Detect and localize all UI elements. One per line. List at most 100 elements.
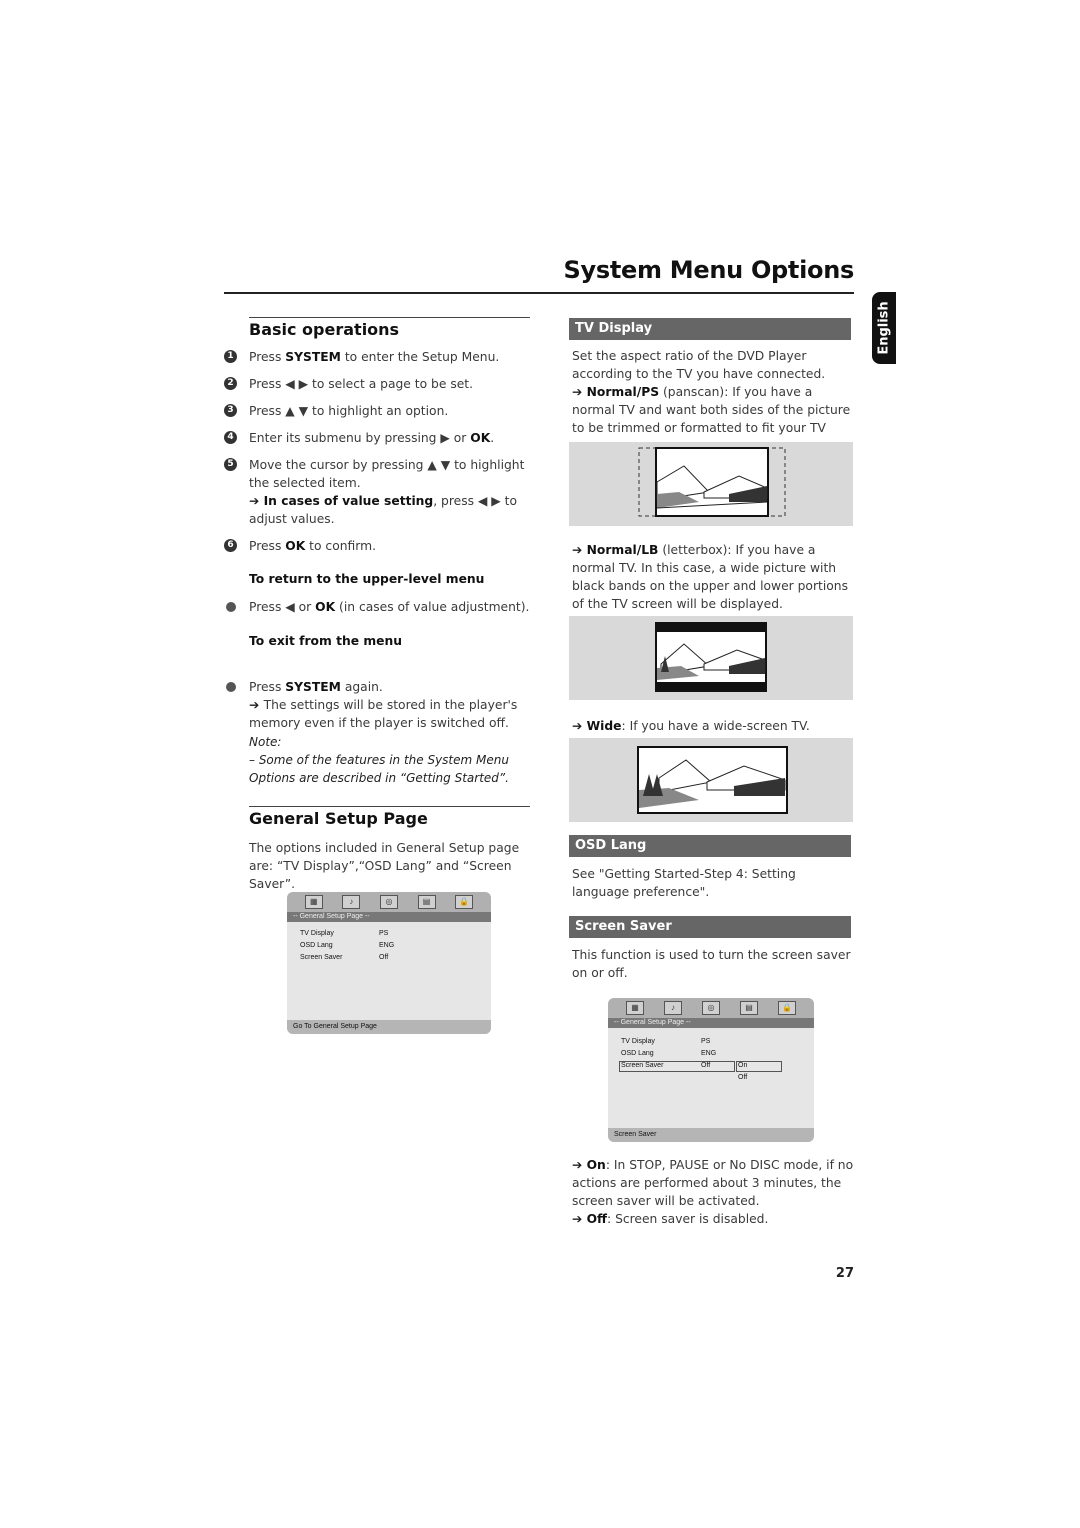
osd-row-value: ENG: [701, 1050, 717, 1057]
step-text: to highlight an option.: [312, 404, 449, 418]
video-setup-icon: ◎: [379, 895, 398, 909]
step-bold: OK: [470, 431, 491, 445]
audio-setup-icon: ♪: [664, 1001, 682, 1015]
osd-option: Off: [738, 1074, 748, 1081]
note-label: Note:: [249, 735, 282, 749]
option-label: On: [586, 1158, 606, 1172]
general-setup-heading: General Setup Page: [249, 809, 428, 828]
basic-operations-heading: Basic operations: [249, 320, 400, 339]
tv-display-heading: TV Display: [569, 318, 851, 340]
language-tab-label: English: [876, 301, 892, 355]
step-text: Press: [249, 350, 286, 364]
step-text: .: [490, 431, 495, 445]
osd-row-label: TV Display: [621, 1038, 655, 1045]
step-bold: In cases of value setting: [263, 494, 434, 508]
bullet-icon: [226, 602, 236, 612]
wide-text: ➔ Wide: If you have a wide-screen TV.: [572, 717, 856, 735]
step-text: Press ▲ ▼: [249, 404, 313, 418]
step-number: 5: [224, 458, 237, 471]
page-number: 27: [835, 1266, 854, 1281]
wide-picture: [637, 746, 788, 814]
osd-icon-bar: ▦ ♪ ◎ ▤ 🔒: [287, 892, 491, 912]
osd-row-label: OSD Lang: [300, 942, 333, 949]
wide-illustration: [569, 738, 853, 822]
osd-row-value: Off: [701, 1062, 711, 1069]
osd-screen-saver-menu: ▦ ♪ ◎ ▤ 🔒 -- General Setup Page -- TV Di…: [608, 998, 814, 1142]
language-tab: English: [872, 292, 896, 364]
osd-row-value: ENG: [379, 942, 395, 949]
osd-icon-bar: ▦ ♪ ◎ ▤ 🔒: [608, 998, 814, 1018]
tv-display-intro: Set the aspect ratio of the DVD Player a…: [572, 349, 826, 381]
step-bold: OK: [285, 539, 306, 553]
option-text: : If you have a wide-screen TV.: [621, 719, 810, 733]
arrow-icon: ➔: [572, 1158, 587, 1172]
preference-icon: ▤: [740, 1001, 758, 1015]
option-label: Normal/LB: [586, 543, 659, 557]
osd-option: On: [738, 1062, 748, 1069]
text: Press: [249, 680, 286, 694]
letterbox-illustration: [569, 616, 853, 700]
option-label: Normal/PS: [586, 385, 660, 399]
option-text: : Screen saver is disabled.: [607, 1212, 769, 1226]
step-text: to select a page to be set.: [312, 377, 474, 391]
step-number: 6: [224, 539, 237, 552]
osd-row-value: PS: [701, 1038, 711, 1045]
arrow-icon: ➔: [572, 719, 587, 733]
note-text: – Some of the features in the System Men…: [249, 753, 509, 785]
tv-display-text: Set the aspect ratio of the DVD Player a…: [572, 347, 856, 455]
letterbox-picture: [655, 622, 767, 692]
step-text: Enter its submenu by pressing ▶ or: [249, 431, 471, 445]
arrow-icon: ➔: [572, 543, 587, 557]
panscan-picture: [638, 447, 786, 517]
text: (in cases of value adjustment).: [335, 600, 530, 614]
basic-steps-list: 1 Press SYSTEM to enter the Setup Menu. 2…: [224, 348, 534, 555]
arrow-icon: ➔: [249, 698, 264, 712]
option-label: Wide: [586, 719, 622, 733]
step-text: Move the cursor by pressing ▲ ▼ to highl…: [249, 458, 525, 490]
screen-saver-heading: Screen Saver: [569, 916, 851, 938]
text-bold: SYSTEM: [285, 680, 341, 694]
arrow-icon: ➔: [572, 1212, 587, 1226]
letterbox-text: ➔ Normal/LB (letterbox): If you have a n…: [572, 541, 856, 613]
step-text: Press ◀ ▶: [249, 377, 313, 391]
return-instruction: Press ◀ or OK (in cases of value adjustm…: [224, 598, 559, 616]
step-5: 5 Move the cursor by pressing ▲ ▼ to high…: [224, 456, 534, 528]
osd-row-value: Off: [379, 954, 389, 961]
password-icon: 🔒: [778, 1001, 796, 1015]
section-divider: [249, 317, 530, 318]
osd-row-label: TV Display: [300, 930, 334, 937]
step-text: to enter the Setup Menu.: [340, 350, 500, 364]
step-text: to confirm.: [305, 539, 376, 553]
password-icon: 🔒: [455, 895, 474, 909]
page-title: System Menu Options: [563, 256, 855, 284]
osd-lang-heading: OSD Lang: [569, 835, 851, 857]
arrow-icon: ➔: [249, 494, 264, 508]
step-3: 3 Press ▲ ▼ to highlight an option.: [224, 402, 534, 420]
option-text: : In STOP, PAUSE or No DISC mode, if no …: [572, 1158, 854, 1208]
panscan-illustration: [569, 442, 853, 526]
osd-footer: Go To General Setup Page: [287, 1020, 491, 1034]
general-setup-icon: ▦: [626, 1001, 644, 1015]
preference-icon: ▤: [417, 895, 436, 909]
step-number: 1: [224, 350, 237, 363]
return-heading: To return to the upper-level menu: [249, 572, 485, 586]
step-4: 4 Enter its submenu by pressing ▶ or OK.: [224, 429, 534, 447]
audio-setup-icon: ♪: [342, 895, 361, 909]
text: again.: [340, 680, 383, 694]
exit-heading: To exit from the menu: [249, 634, 403, 648]
arrow-icon: ➔: [572, 385, 587, 399]
osd-lang-text: See "Getting Started-Step 4: Setting lan…: [572, 867, 796, 899]
osd-footer: Screen Saver: [608, 1128, 814, 1142]
osd-row-value: PS: [379, 930, 389, 937]
step-number: 4: [224, 431, 237, 444]
bullet-icon: [226, 682, 236, 692]
step-number: 3: [224, 404, 237, 417]
osd-header: -- General Setup Page --: [287, 912, 491, 922]
text-bold: OK: [315, 600, 336, 614]
title-divider: [224, 292, 854, 294]
option-label: Off: [586, 1212, 608, 1226]
text: Press ◀ or: [249, 600, 316, 614]
step-bold: SYSTEM: [285, 350, 341, 364]
step-2: 2 Press ◀ ▶ to select a page to be set.: [224, 375, 534, 393]
step-number: 2: [224, 377, 237, 390]
